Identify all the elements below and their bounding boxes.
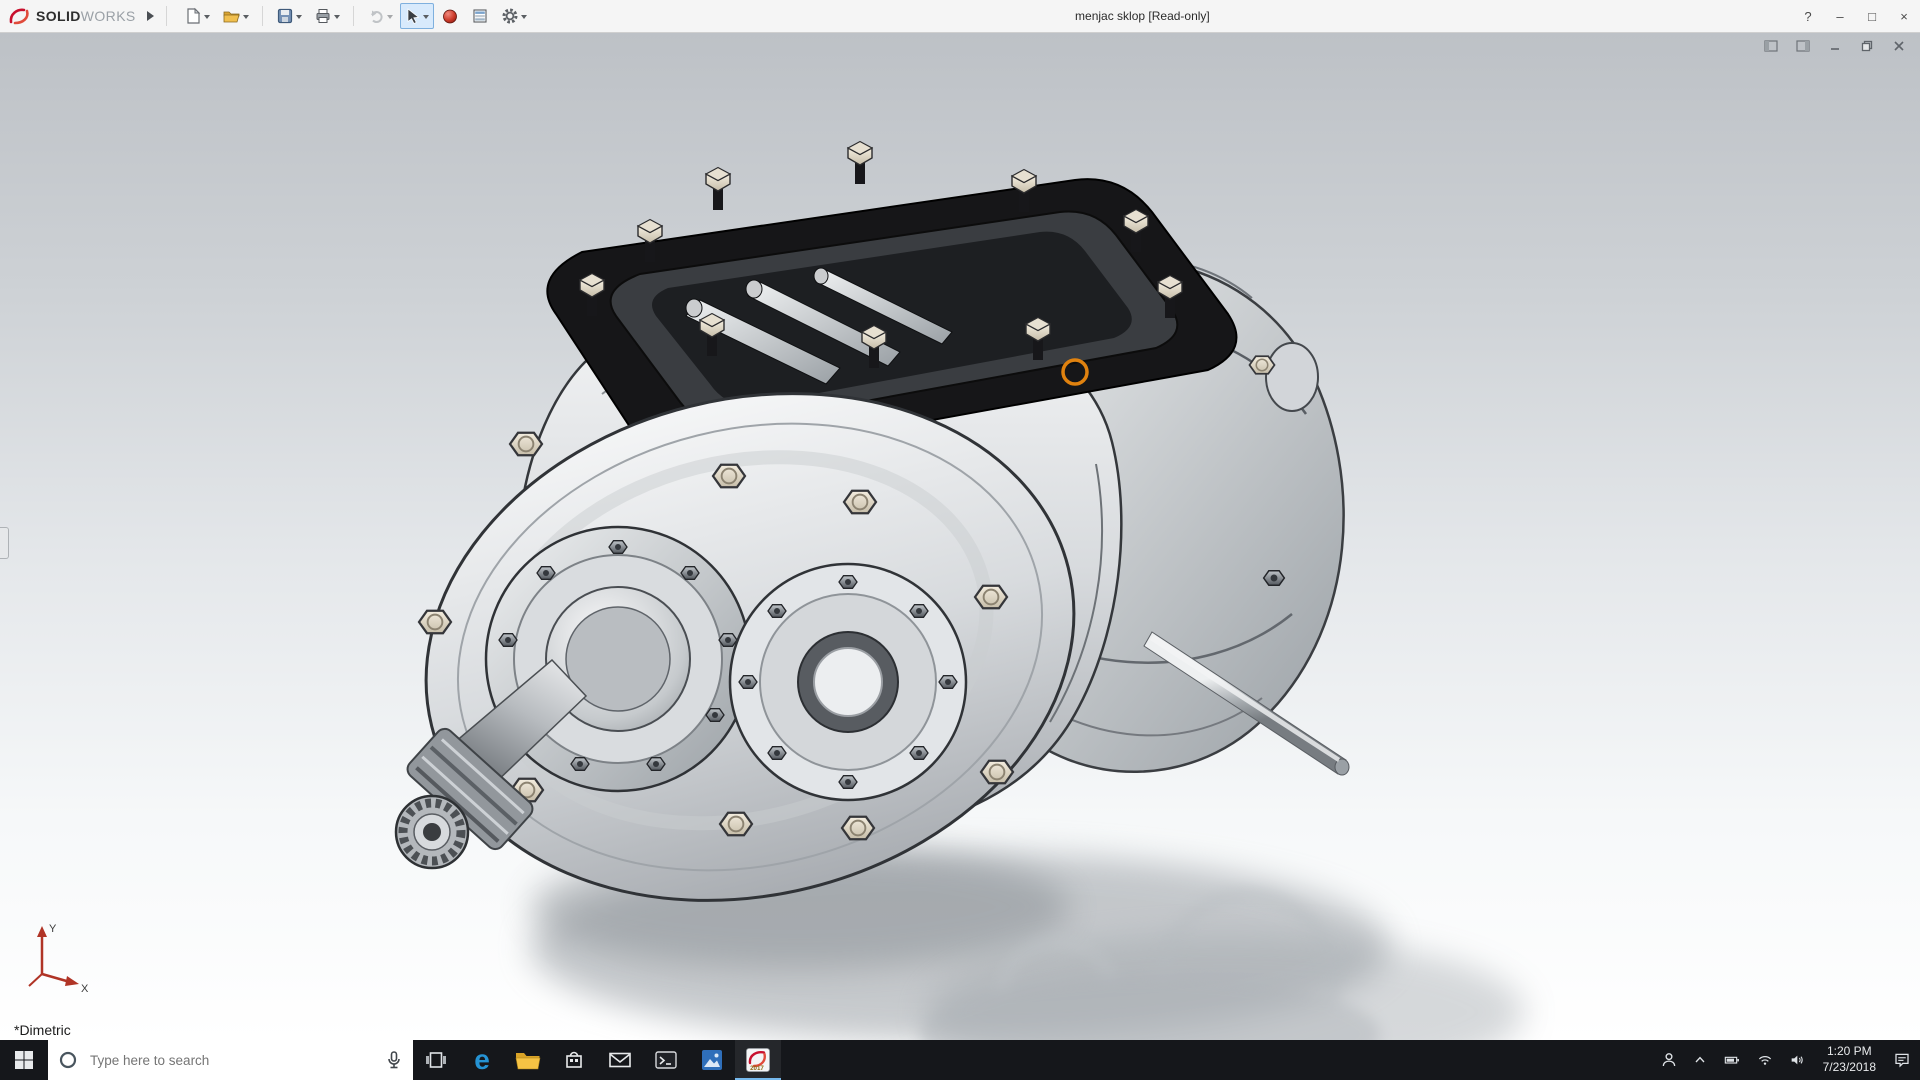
pane-split-button[interactable] bbox=[1794, 38, 1812, 54]
chevron-down-icon bbox=[204, 15, 210, 22]
action-center-icon bbox=[1893, 1051, 1911, 1069]
taskbar-search[interactable] bbox=[48, 1040, 413, 1080]
display-settings-icon bbox=[471, 7, 489, 25]
graphics-area[interactable]: Y X *Dimetric bbox=[0, 32, 1920, 1040]
doc-restore-button[interactable] bbox=[1858, 38, 1876, 54]
battery-icon bbox=[1722, 1052, 1742, 1068]
select-tool-button[interactable] bbox=[400, 3, 434, 29]
print-icon bbox=[314, 7, 332, 25]
select-cursor-icon bbox=[405, 8, 421, 25]
document-window-controls bbox=[1762, 38, 1908, 54]
new-document-icon bbox=[184, 7, 202, 25]
chevron-down-icon bbox=[423, 15, 429, 22]
quick-access-toolbar bbox=[173, 3, 532, 29]
tray-user-button[interactable] bbox=[1655, 1040, 1683, 1080]
task-view-icon bbox=[425, 1049, 447, 1071]
taskbar-app-store[interactable] bbox=[551, 1040, 597, 1080]
open-button[interactable] bbox=[217, 3, 254, 29]
document-title: menjac sklop [Read-only] bbox=[1075, 9, 1210, 23]
taskbar-app-file-explorer[interactable] bbox=[505, 1040, 551, 1080]
view-orientation-label: *Dimetric bbox=[14, 1022, 71, 1038]
maximize-button[interactable]: □ bbox=[1856, 0, 1888, 32]
cortana-icon[interactable] bbox=[58, 1050, 78, 1070]
solidworks-logo-icon bbox=[8, 6, 32, 26]
toolbar-separator bbox=[166, 6, 167, 26]
taskbar-clock[interactable]: 1:20 PM 7/23/2018 bbox=[1815, 1044, 1884, 1075]
mail-icon bbox=[608, 1049, 632, 1071]
file-explorer-icon bbox=[515, 1049, 541, 1071]
save-button[interactable] bbox=[271, 3, 307, 29]
3d-model-gearbox[interactable] bbox=[0, 32, 1920, 1040]
search-input[interactable] bbox=[88, 1052, 375, 1069]
options-gear-icon bbox=[501, 7, 519, 25]
system-tray: 1:20 PM 7/23/2018 bbox=[1655, 1040, 1920, 1080]
chevron-up-icon bbox=[1692, 1052, 1708, 1068]
windows-taskbar: e bbox=[0, 1040, 1920, 1080]
save-icon bbox=[276, 7, 294, 25]
microphone-icon[interactable] bbox=[385, 1050, 403, 1070]
task-view-button[interactable] bbox=[413, 1040, 459, 1080]
brand-text: SOLIDWORKS bbox=[36, 8, 136, 24]
appearances-button[interactable] bbox=[436, 3, 464, 29]
command-prompt-icon bbox=[654, 1049, 678, 1071]
solidworks-app-icon: 2017 bbox=[745, 1047, 771, 1073]
solidworks-logo: SOLIDWORKS bbox=[0, 6, 142, 26]
titlebar: SOLIDWORKS bbox=[0, 0, 1920, 33]
taskbar-app-command-prompt[interactable] bbox=[643, 1040, 689, 1080]
toolbar-separator bbox=[353, 6, 354, 26]
options-button[interactable] bbox=[496, 3, 532, 29]
brand-works: WORKS bbox=[81, 8, 136, 24]
triad-x-label: X bbox=[81, 983, 89, 995]
display-settings-button[interactable] bbox=[466, 3, 494, 29]
minimize-button[interactable]: – bbox=[1824, 0, 1856, 32]
new-document-button[interactable] bbox=[179, 3, 215, 29]
photos-icon bbox=[700, 1048, 724, 1072]
start-button[interactable] bbox=[0, 1040, 48, 1080]
taskbar-app-photos[interactable] bbox=[689, 1040, 735, 1080]
undo-icon bbox=[367, 7, 385, 25]
open-folder-icon bbox=[222, 7, 241, 25]
chevron-down-icon bbox=[296, 15, 302, 22]
volume-icon bbox=[1788, 1052, 1806, 1068]
pane-preview-button[interactable] bbox=[1762, 38, 1780, 54]
menu-flyout-button[interactable] bbox=[142, 5, 160, 27]
windows-logo-icon bbox=[14, 1050, 34, 1070]
toolbar-separator bbox=[262, 6, 263, 26]
doc-minimize-button[interactable] bbox=[1826, 38, 1844, 54]
output-flange[interactable] bbox=[730, 564, 966, 800]
chevron-down-icon bbox=[387, 15, 393, 22]
undo-button[interactable] bbox=[362, 3, 398, 29]
brand-solid: SOLID bbox=[36, 8, 81, 24]
edge-icon: e bbox=[474, 1046, 490, 1074]
window-controls: ? – □ × bbox=[1792, 0, 1920, 32]
triad-y-label: Y bbox=[49, 923, 57, 935]
tray-volume-button[interactable] bbox=[1783, 1040, 1811, 1080]
solidworks-year-badge: 2017 bbox=[750, 1065, 764, 1072]
tray-show-hidden-icons-button[interactable] bbox=[1687, 1040, 1713, 1080]
taskbar-app-edge[interactable]: e bbox=[459, 1040, 505, 1080]
tray-network-button[interactable] bbox=[1751, 1040, 1779, 1080]
help-button[interactable]: ? bbox=[1792, 0, 1824, 32]
tray-battery-button[interactable] bbox=[1717, 1040, 1747, 1080]
action-center-button[interactable] bbox=[1888, 1040, 1916, 1080]
orientation-triad: Y X bbox=[12, 918, 92, 996]
print-button[interactable] bbox=[309, 3, 345, 29]
taskbar-app-mail[interactable] bbox=[597, 1040, 643, 1080]
store-icon bbox=[562, 1048, 586, 1072]
solidworks-window: SOLIDWORKS bbox=[0, 0, 1920, 1080]
chevron-down-icon bbox=[521, 15, 527, 22]
appearance-sphere-icon bbox=[441, 7, 459, 25]
flyout-arrow-icon bbox=[147, 11, 159, 21]
chevron-down-icon bbox=[243, 15, 249, 22]
doc-close-button[interactable] bbox=[1890, 38, 1908, 54]
clock-time: 1:20 PM bbox=[1827, 1044, 1872, 1060]
taskbar-app-solidworks[interactable]: 2017 bbox=[735, 1040, 781, 1080]
chevron-down-icon bbox=[334, 15, 340, 22]
close-button[interactable]: × bbox=[1888, 0, 1920, 32]
user-icon bbox=[1660, 1051, 1678, 1069]
network-wifi-icon bbox=[1756, 1052, 1774, 1068]
clock-date: 7/23/2018 bbox=[1823, 1060, 1876, 1076]
